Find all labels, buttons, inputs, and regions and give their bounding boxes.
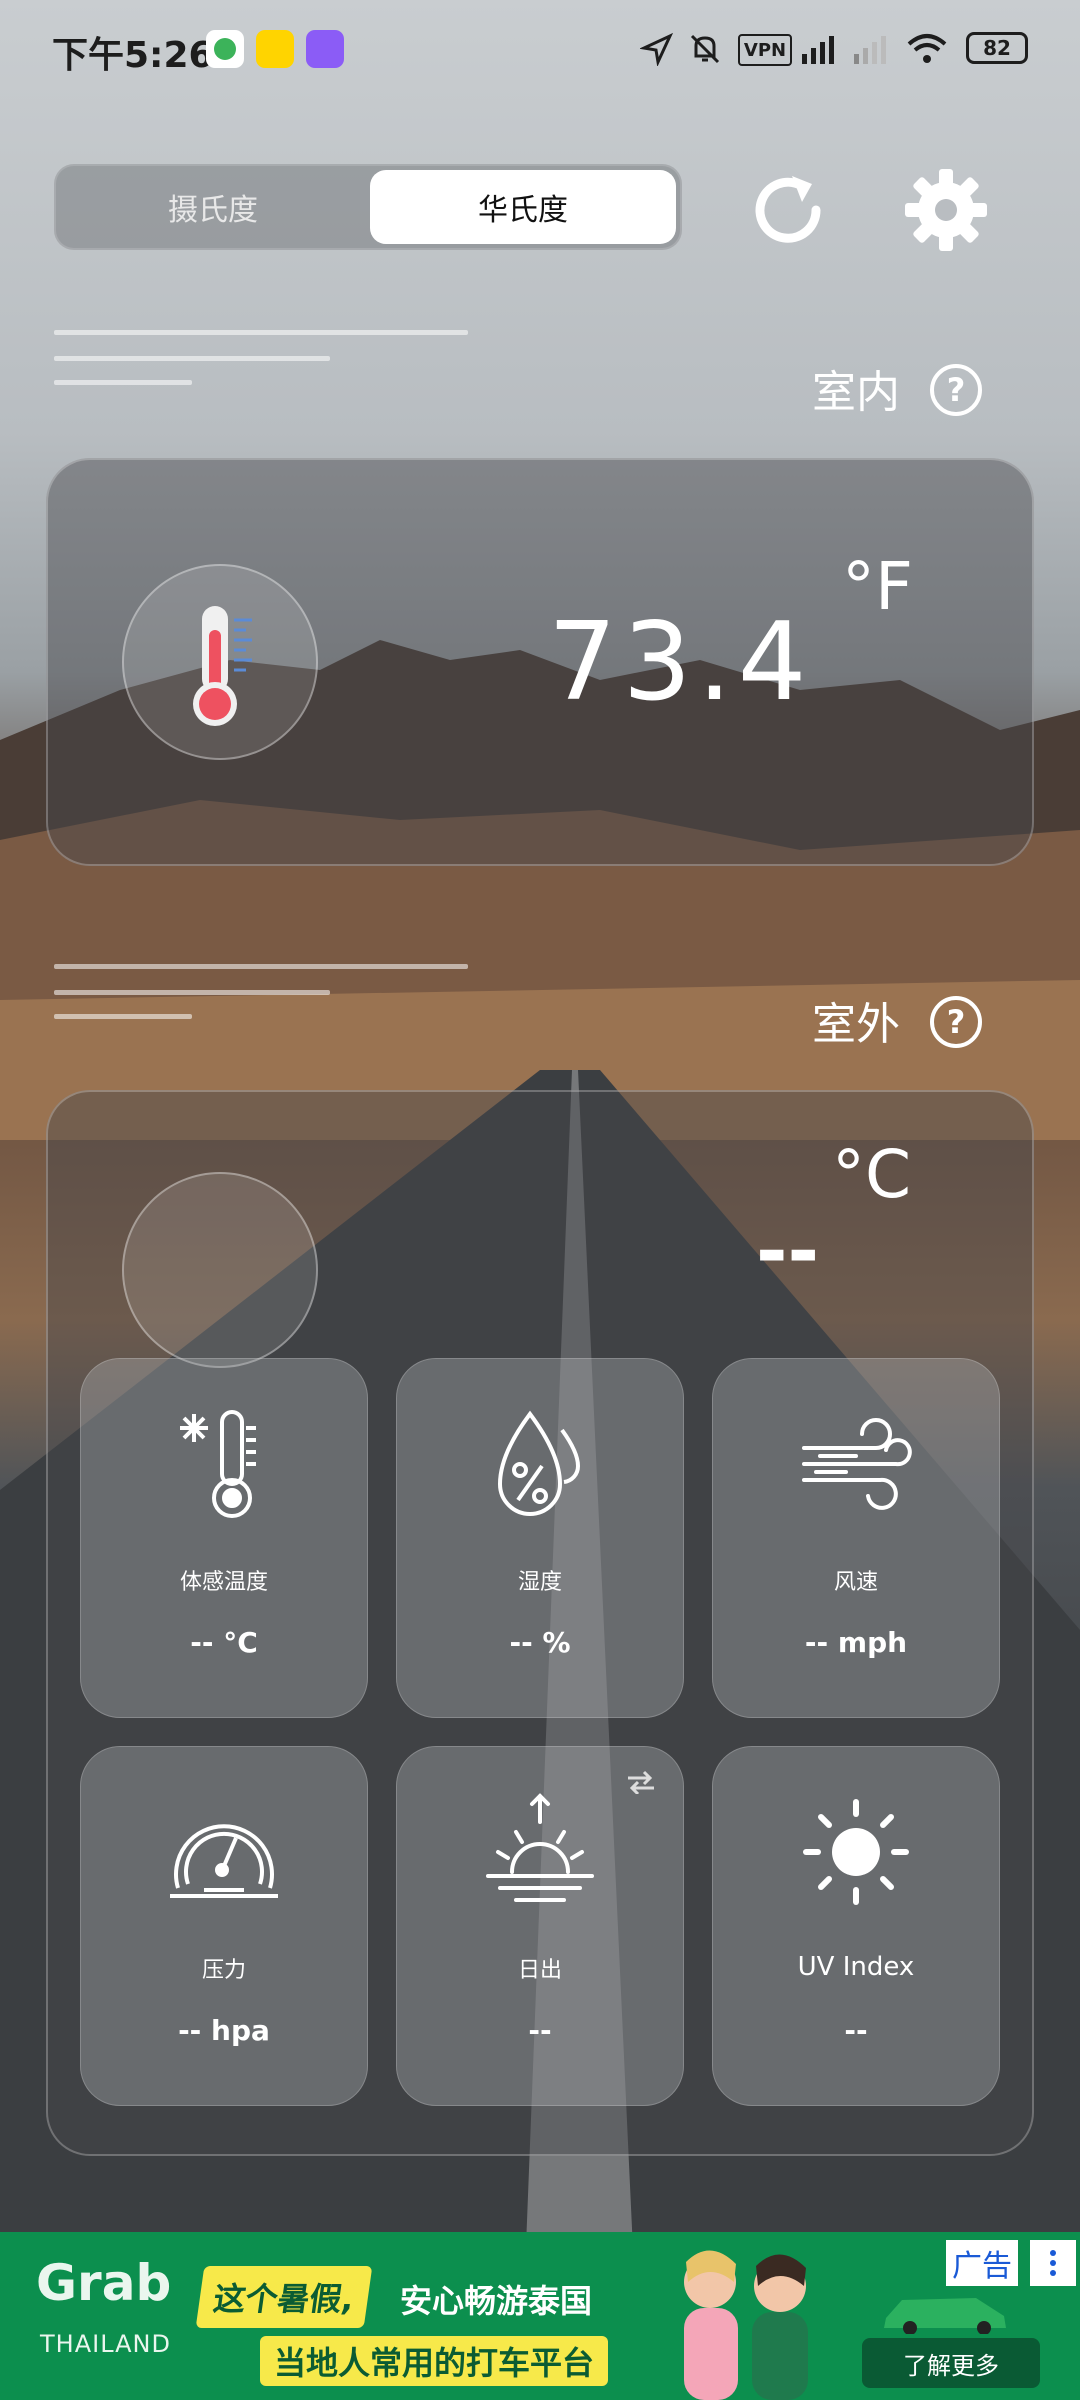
humidity-value: -- %	[509, 1626, 571, 1659]
pressure-label: 压力	[201, 1958, 246, 1983]
outdoor-help-button[interactable]: ?	[930, 996, 982, 1048]
outdoor-unit: °C	[832, 1136, 912, 1213]
wind-speed-value: -- mph	[804, 1626, 908, 1659]
settings-button[interactable]	[896, 160, 996, 260]
uv-index-value: --	[844, 2014, 868, 2047]
app-notification-icon	[306, 30, 344, 68]
indoor-unit: °F	[842, 548, 913, 625]
wind-speed-label: 风速	[833, 1570, 878, 1595]
humidity-drops-icon	[497, 1410, 581, 1516]
indoor-thermometer-badge	[122, 564, 318, 760]
ad-learn-more-button[interactable]: 了解更多	[862, 2338, 1040, 2388]
feels-like-value: -- °C	[190, 1626, 258, 1659]
feels-like-tile[interactable]: 体感温度 -- °C	[80, 1358, 368, 1718]
celsius-option[interactable]: 摄氏度	[60, 170, 366, 244]
sunrise-icon	[486, 1793, 594, 1902]
outdoor-badge	[122, 1172, 318, 1368]
outdoor-temperature: --	[756, 1206, 820, 1295]
gauge-icon	[170, 1824, 278, 1898]
ad-more-options-button[interactable]	[1030, 2240, 1076, 2286]
pressure-value: -- hpa	[178, 2014, 270, 2047]
pressure-tile[interactable]: 压力 -- hpa	[80, 1746, 368, 2106]
ad-headline-1: 这个暑假,	[195, 2266, 373, 2328]
refresh-button[interactable]	[738, 160, 838, 260]
app-notification-icon	[256, 30, 294, 68]
uv-index-tile[interactable]: UV Index --	[712, 1746, 1000, 2106]
signal-icon	[800, 32, 840, 66]
ad-headline-2: 安心畅游泰国	[400, 2282, 593, 2320]
feels-like-label: 体感温度	[179, 1570, 268, 1595]
status-time: 下午5:26	[52, 35, 214, 76]
ad-banner[interactable]: Grab THAILAND 这个暑假, 安心畅游泰国 当地人常用的打车平台 了解…	[0, 2232, 1080, 2400]
location-icon	[638, 32, 674, 68]
ad-label: 广告	[946, 2240, 1018, 2286]
app-notification-icon	[206, 30, 244, 68]
ad-headline-3: 当地人常用的打车平台	[260, 2336, 609, 2386]
sunrise-value: --	[528, 2014, 552, 2047]
indoor-temperature: 73.4	[548, 600, 813, 725]
indoor-help-button[interactable]: ?	[930, 364, 982, 416]
indoor-label: 室内	[812, 367, 900, 418]
wind-speed-tile[interactable]: 风速 -- mph	[712, 1358, 1000, 1718]
outdoor-decor-lines	[54, 964, 474, 1024]
sun-icon	[803, 1799, 909, 1905]
fahrenheit-option[interactable]: 华氏度	[370, 170, 676, 244]
gear-icon	[905, 169, 987, 251]
wind-icon	[802, 1418, 912, 1510]
wifi-icon	[906, 32, 948, 66]
feels-like-thermometer-icon	[180, 1410, 256, 1518]
ad-brand: Grab	[36, 2254, 172, 2312]
ad-brand-sub: THAILAND	[40, 2330, 171, 2358]
battery-indicator: 82	[966, 32, 1028, 64]
signal-weak-icon	[852, 32, 892, 66]
vpn-badge: VPN	[738, 34, 792, 66]
thermometer-icon	[193, 606, 252, 726]
humidity-label: 湿度	[517, 1570, 562, 1595]
mute-icon	[688, 32, 722, 66]
ad-car-image	[876, 2288, 1016, 2335]
sunrise-tile[interactable]: 日出 --	[396, 1746, 684, 2106]
sunrise-label: 日出	[517, 1958, 562, 1983]
humidity-tile[interactable]: 湿度 -- %	[396, 1358, 684, 1718]
outdoor-label: 室外	[812, 999, 900, 1050]
indoor-decor-lines	[54, 330, 474, 390]
ad-people-image	[640, 2242, 850, 2400]
refresh-icon	[755, 176, 821, 243]
uv-index-label: UV Index	[797, 1952, 915, 1982]
